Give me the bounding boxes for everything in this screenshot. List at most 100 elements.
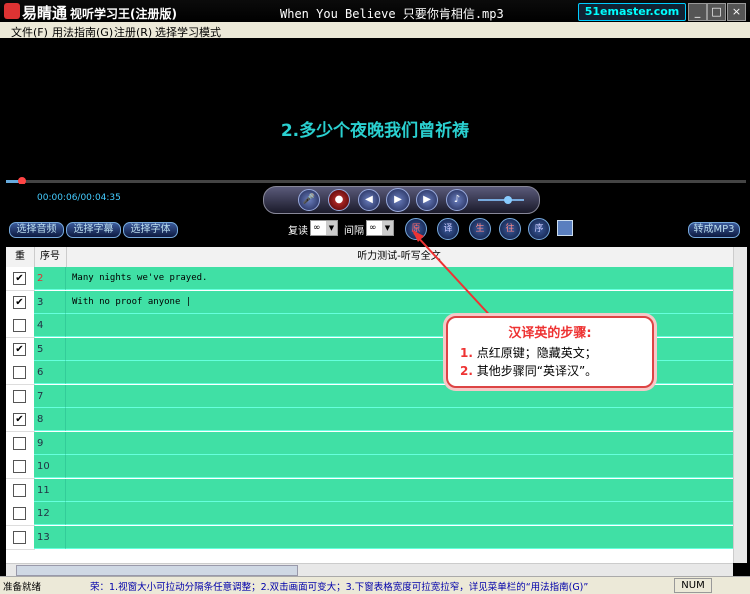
row-number: 11 [34, 478, 66, 502]
select-subtitle-button[interactable]: 选择字幕 [66, 222, 121, 238]
horizontal-scrollbar[interactable] [6, 563, 733, 576]
repeat-value: ∞ [313, 223, 321, 233]
brand-badge[interactable]: 51emaster.com [578, 3, 686, 21]
repeat-checkbox[interactable] [13, 436, 26, 450]
repeat-cell [6, 384, 35, 409]
row-text[interactable]: With no proof anyone | [66, 290, 733, 314]
maximize-button[interactable]: □ [707, 3, 726, 21]
repeat-checkbox[interactable]: ✔ [13, 295, 26, 309]
table-row[interactable]: ✔ 2 Many nights we've prayed. [6, 267, 733, 291]
repeat-checkbox[interactable] [13, 366, 26, 379]
repeat-checkbox[interactable] [13, 530, 26, 544]
repeat-checkbox[interactable] [13, 319, 26, 332]
interval-label: 间隔 [344, 226, 364, 237]
select-font-button[interactable]: 选择字体 [123, 222, 178, 238]
repeat-cell: ✔ [6, 267, 35, 291]
vertical-scrollbar[interactable] [733, 247, 747, 563]
repeat-label: 复读 [288, 226, 308, 237]
repeat-checkbox[interactable] [13, 483, 26, 497]
table-row[interactable]: ✔ 8 [6, 408, 733, 432]
volume-icon[interactable]: ♪ [446, 189, 468, 211]
row-text[interactable] [66, 478, 733, 502]
microphone-icon[interactable]: 🎤 [298, 189, 320, 211]
row-text[interactable] [66, 455, 733, 478]
app-subtitle: 视听学习王(注册版) [70, 7, 177, 21]
status-hint: 荣：1.视窗大小可拉动分隔条任意调整；2.双击画面可变大；3.下窗表格宽度可拉宽… [90, 582, 589, 593]
repeat-checkbox[interactable]: ✔ [13, 413, 26, 426]
callout-title: 汉译英的步骤: [508, 326, 592, 341]
select-audio-button[interactable]: 选择音频 [9, 222, 64, 238]
table-row[interactable]: 10 [6, 455, 733, 479]
callout-step-1-num: 1. [460, 346, 473, 360]
progress-bar[interactable] [6, 180, 746, 183]
callout-step-2: 2. 其他步骤同“英译汉”。 [460, 362, 597, 379]
volume-thumb[interactable] [503, 196, 512, 204]
header-repeat[interactable]: 重 [6, 247, 35, 267]
row-text[interactable]: Many nights we've prayed. [66, 267, 733, 290]
row-number: 12 [34, 502, 66, 525]
save-icon[interactable] [557, 220, 573, 236]
interval-value: ∞ [369, 223, 377, 233]
row-text[interactable] [66, 408, 733, 431]
repeat-cell [6, 478, 35, 503]
track-title: When You Believe 只要你肯相信.mp3 [280, 7, 504, 21]
repeat-cell [6, 525, 35, 550]
previous-icon[interactable]: ◀ [358, 189, 380, 211]
past-button[interactable]: 往 [499, 218, 521, 240]
row-number: 7 [34, 384, 66, 408]
repeat-checkbox[interactable]: ✔ [13, 272, 26, 285]
title-bar: 易睛通 视听学习王(注册版) When You Believe 只要你肯相信.m… [0, 0, 750, 22]
row-text[interactable] [66, 502, 733, 525]
repeat-cell: ✔ [6, 408, 35, 432]
table-header: 重 序号 听力测试-听写全文 [6, 247, 733, 268]
repeat-checkbox[interactable] [13, 460, 26, 473]
table-row[interactable]: 9 [6, 431, 733, 456]
num-lock-indicator: NUM [674, 578, 712, 593]
status-ready: 准备就绪 [3, 582, 42, 593]
header-content[interactable]: 听力测试-听写全文 [66, 247, 732, 267]
table-row[interactable]: 12 [6, 502, 733, 526]
close-button[interactable]: × [727, 3, 746, 21]
subtitle-text: 2.多少个夜晚我们曾祈祷 [280, 121, 470, 141]
callout-step-2-num: 2. [460, 364, 473, 378]
repeat-checkbox[interactable]: ✔ [13, 342, 26, 356]
repeat-select[interactable]: ∞ ▼ [310, 220, 338, 236]
chevron-down-icon: ▼ [382, 221, 393, 235]
sequence-button[interactable]: 序 [528, 218, 550, 240]
volume-slider[interactable] [478, 199, 524, 201]
interval-select[interactable]: ∞ ▼ [366, 220, 394, 236]
row-number: 13 [34, 525, 66, 549]
table-row[interactable]: 13 [6, 525, 733, 550]
repeat-checkbox[interactable] [13, 507, 26, 520]
app-logo-icon [4, 3, 20, 19]
repeat-checkbox[interactable] [13, 389, 26, 403]
callout-step-1-text: 点红原键；隐藏英文； [476, 346, 597, 360]
header-index[interactable]: 序号 [34, 247, 67, 267]
repeat-cell [6, 314, 35, 338]
row-number: 4 [34, 314, 66, 337]
row-number: 3 [34, 290, 66, 314]
minimize-button[interactable]: _ [688, 3, 707, 21]
repeat-cell [6, 431, 35, 456]
row-number: 6 [34, 361, 66, 384]
table-row[interactable]: 11 [6, 478, 733, 503]
row-number: 8 [34, 408, 66, 431]
new-word-button[interactable]: 生 [469, 218, 491, 240]
translate-button[interactable]: 译 [437, 218, 459, 240]
next-icon[interactable]: ▶ [416, 189, 438, 211]
convert-mp3-button[interactable]: 转成MP3 [688, 222, 740, 238]
table-row[interactable]: ✔ 3 With no proof anyone | [6, 290, 733, 315]
row-number: 9 [34, 431, 66, 455]
row-text[interactable] [66, 525, 733, 549]
callout-step-1: 1. 点红原键；隐藏英文； [460, 344, 597, 361]
video-area[interactable] [6, 38, 746, 180]
record-icon[interactable]: ● [328, 189, 350, 211]
horizontal-scroll-thumb[interactable] [16, 565, 298, 576]
app-name: 易睛通 [22, 4, 68, 22]
original-button[interactable]: 原 [405, 218, 427, 240]
row-text[interactable] [66, 431, 733, 455]
repeat-cell [6, 502, 35, 526]
repeat-cell: ✔ [6, 337, 35, 362]
menu-bar: 文件(F) 用法指南(G) 注册(R) 选择学习模式 [0, 22, 750, 39]
play-icon[interactable]: ▶ [386, 188, 410, 212]
